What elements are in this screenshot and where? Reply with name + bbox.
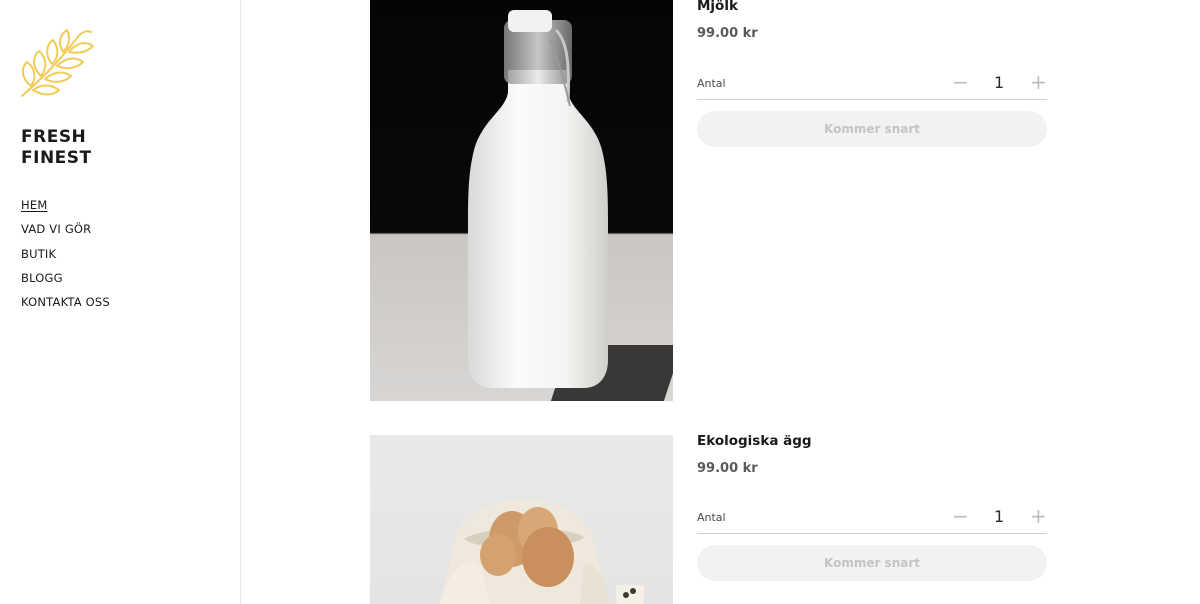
eggs-in-bag-photo[interactable] bbox=[370, 435, 673, 604]
main-nav: HEM VAD VI GÖR BUTIK BLOGG KONTAKTA OSS bbox=[21, 193, 110, 314]
product-card: Ekologiska ägg 99.00 kr Antal − 1 + Komm… bbox=[370, 0, 1048, 604]
nav-item-hem[interactable]: HEM bbox=[21, 193, 110, 217]
product-name[interactable]: Ekologiska ägg bbox=[697, 433, 812, 449]
quantity-label: Antal bbox=[697, 511, 726, 524]
coming-soon-button[interactable]: Kommer snart bbox=[697, 545, 1047, 581]
quantity-row: Antal − 1 + bbox=[697, 504, 1047, 534]
brand-line-1: FRESH bbox=[21, 127, 87, 147]
brand-line-2: FINEST bbox=[21, 148, 92, 168]
product-price: 99.00 kr bbox=[697, 461, 758, 476]
product-info: Ekologiska ägg 99.00 kr Antal − 1 + Komm… bbox=[697, 433, 1048, 604]
wheat-icon[interactable] bbox=[19, 26, 97, 100]
nav-item-vad-vi-gor[interactable]: VAD VI GÖR bbox=[21, 217, 110, 241]
nav-item-blogg[interactable]: BLOGG bbox=[21, 266, 110, 290]
eggs-illustration bbox=[440, 498, 644, 604]
brand-name[interactable]: FRESH FINEST bbox=[21, 127, 92, 169]
decrease-quantity-button[interactable]: − bbox=[952, 504, 969, 528]
nav-item-kontakta-oss[interactable]: KONTAKTA OSS bbox=[21, 290, 110, 314]
nav-item-butik[interactable]: BUTIK bbox=[21, 242, 110, 266]
increase-quantity-button[interactable]: + bbox=[1030, 504, 1047, 528]
quantity-value[interactable]: 1 bbox=[994, 507, 1004, 526]
sidebar: FRESH FINEST HEM VAD VI GÖR BUTIK BLOGG … bbox=[0, 0, 241, 604]
